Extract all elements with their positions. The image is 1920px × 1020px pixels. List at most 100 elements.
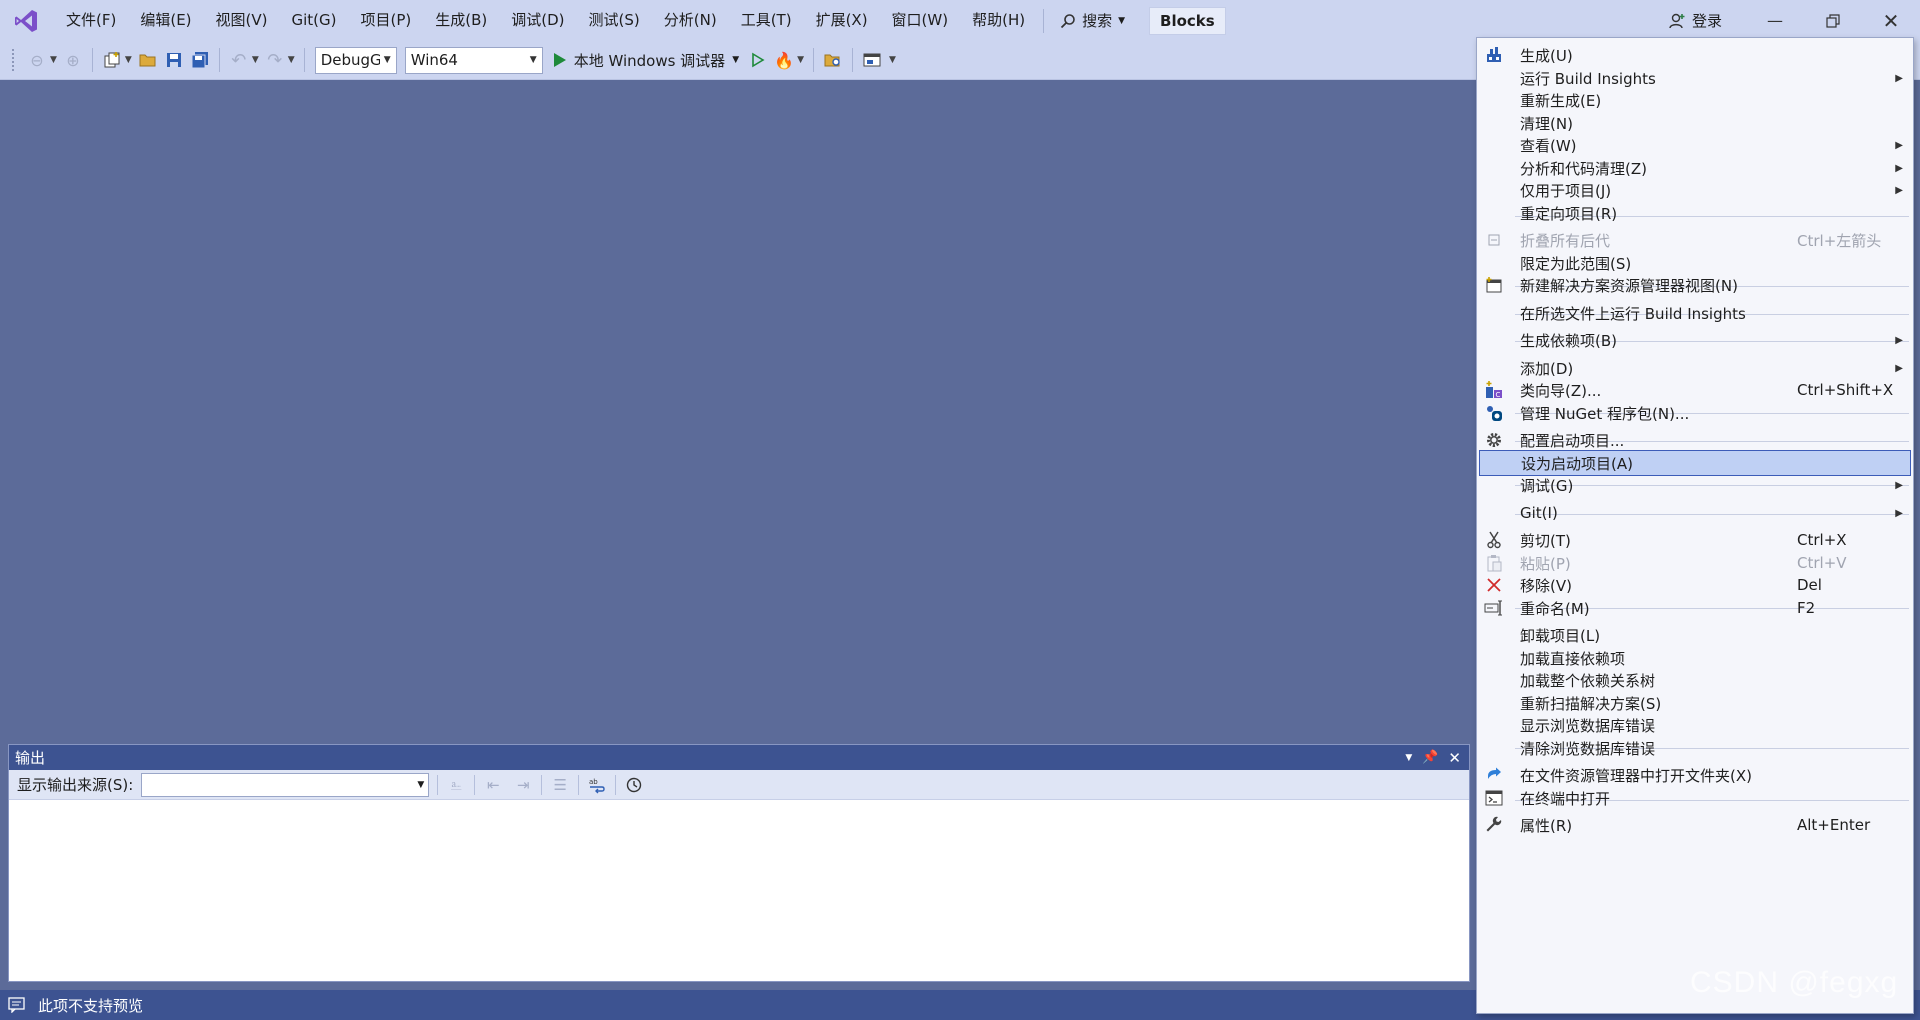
chevron-down-icon[interactable]: ▼: [288, 55, 295, 65]
previous-message-button[interactable]: ⇤: [482, 774, 504, 796]
save-button[interactable]: [162, 48, 186, 72]
start-without-debugging-button[interactable]: [746, 48, 770, 72]
play-outline-icon: [752, 52, 765, 68]
chevron-down-icon[interactable]: ▼: [125, 55, 132, 65]
menu-item[interactable]: Git(G): [280, 0, 349, 41]
pin-icon[interactable]: 📌: [1422, 750, 1438, 765]
menu-item[interactable]: 生成(B): [423, 0, 499, 41]
context-menu-item-label: 管理 NuGet 程序包(N)...: [1520, 404, 1690, 423]
undo-button[interactable]: ↶: [227, 48, 251, 72]
menu-item[interactable]: 文件(F): [54, 0, 128, 41]
status-text: 此项不支持预览: [38, 996, 144, 1015]
shortcut-label: Ctrl+左箭头: [1797, 231, 1882, 250]
run-label: 本地 Windows 调试器: [573, 51, 726, 70]
gear-icon: [1483, 429, 1505, 451]
context-menu-item-label: 重定向项目(R): [1520, 204, 1618, 223]
context-menu-item-label: 在所选文件上运行 Build Insights: [1520, 304, 1746, 323]
solution-platform-select[interactable]: Win64 ▼: [404, 46, 543, 74]
context-menu-item-label: 加载整个依赖关系树: [1520, 671, 1656, 690]
output-panel-header[interactable]: 输出 ▼ 📌 ✕: [9, 745, 1469, 770]
save-icon: [166, 53, 181, 67]
new-project-button[interactable]: [100, 48, 124, 72]
panel-menu-icon[interactable]: ▼: [1405, 753, 1412, 763]
chevron-down-icon[interactable]: ▼: [50, 55, 57, 65]
back-button[interactable]: ⊖: [25, 48, 49, 72]
close-panel-icon[interactable]: ✕: [1448, 749, 1461, 767]
rename-icon: [1483, 597, 1505, 619]
context-menu-item[interactable]: 属性(R) Alt+Enter: [1479, 812, 1911, 838]
find-message-button[interactable]: ⎁: [445, 774, 467, 796]
context-menu-item[interactable]: 在终端中打开: [1479, 785, 1911, 811]
toolbar-grip[interactable]: [12, 49, 16, 71]
minimize-button[interactable]: —: [1746, 0, 1804, 41]
menu-item[interactable]: 帮助(H): [960, 0, 1037, 41]
find-in-files-button[interactable]: [821, 48, 845, 72]
context-menu-item-label: 加载直接依赖项: [1520, 649, 1626, 668]
new-project-icon: [104, 52, 120, 68]
submenu-arrow-icon: ▶: [1895, 162, 1903, 174]
search-button[interactable]: 搜索 ▼: [1050, 0, 1135, 41]
chevron-down-icon: ▼: [529, 55, 537, 65]
chevron-down-icon[interactable]: ▼: [797, 55, 804, 65]
context-menu-item-label: 重新扫描解决方案(S): [1520, 694, 1662, 713]
account-icon: [1669, 13, 1685, 28]
solution-name-badge[interactable]: Blocks: [1149, 6, 1226, 35]
menu-items: 文件(F) 编辑(E) 视图(V) Git(G) 项目(P) 生成(B) 调试(D) 测试(S…: [54, 0, 1037, 41]
context-menu-item[interactable]: 生成依赖项(B) ▶: [1479, 327, 1911, 353]
output-source-select[interactable]: ▼: [141, 772, 430, 797]
context-menu-item[interactable]: 管理 NuGet 程序包(N)...: [1479, 400, 1911, 426]
close-window-button[interactable]: ✕: [1862, 0, 1920, 41]
chevron-down-icon: ▼: [1118, 15, 1126, 26]
context-menu-item[interactable]: 清除浏览数据库错误: [1479, 735, 1911, 761]
word-wrap-button[interactable]: ab: [586, 774, 608, 796]
toggle-timestamps-button[interactable]: [623, 774, 645, 796]
context-menu-item-label: 分析和代码清理(Z): [1520, 159, 1647, 178]
menu-item[interactable]: 窗口(W): [880, 0, 961, 41]
context-menu-item[interactable]: 重定向项目(R): [1479, 200, 1911, 226]
context-menu-item[interactable]: Git(I) ▶: [1479, 500, 1911, 526]
submenu-arrow-icon: ▶: [1895, 479, 1903, 491]
login-button[interactable]: 登录: [1668, 0, 1722, 41]
output-text-area[interactable]: [9, 800, 1469, 981]
hot-reload-button[interactable]: 🔥: [772, 48, 796, 72]
menu-item[interactable]: 分析(N): [652, 0, 729, 41]
toolbar-separator: [541, 774, 543, 795]
menu-bar: 文件(F) 编辑(E) 视图(V) Git(G) 项目(P) 生成(B) 调试(D) 测试(S…: [0, 0, 1920, 41]
window-layout-button[interactable]: [860, 48, 884, 72]
terminal-icon: [1483, 787, 1505, 809]
menu-item[interactable]: 扩展(X): [804, 0, 880, 41]
clock-icon: [627, 777, 642, 792]
context-menu-item-label: 清除浏览数据库错误: [1520, 739, 1656, 758]
visual-studio-logo-icon[interactable]: [12, 7, 40, 35]
restore-button[interactable]: [1804, 0, 1862, 41]
solution-configuration-select[interactable]: DebugG ▼: [314, 46, 397, 74]
forward-button[interactable]: ⊕: [61, 48, 85, 72]
context-menu-item[interactable]: 在所选文件上运行 Build Insights: [1479, 300, 1911, 326]
toolbar-overflow-icon[interactable]: ▼: [889, 55, 896, 65]
context-menu-item[interactable]: 新建解决方案资源管理器视图(N): [1479, 272, 1911, 298]
open-file-button[interactable]: [136, 48, 160, 72]
menu-item[interactable]: 视图(V): [204, 0, 280, 41]
open-folder-icon: [139, 54, 156, 67]
menu-item[interactable]: 测试(S): [577, 0, 652, 41]
context-menu-item[interactable]: 调试(G) ▶: [1479, 472, 1911, 498]
toolbar-separator: [578, 774, 580, 795]
context-menu-item[interactable]: 重命名(M) F2: [1479, 595, 1911, 621]
chevron-down-icon[interactable]: ▼: [252, 55, 259, 65]
submenu-arrow-icon: ▶: [1895, 184, 1903, 196]
shortcut-label: Ctrl+Shift+X: [1797, 381, 1894, 399]
next-message-button[interactable]: ⇥: [512, 774, 534, 796]
menu-item[interactable]: 项目(P): [349, 0, 424, 41]
clear-all-button[interactable]: ☰: [549, 774, 571, 796]
window-layout-icon: [863, 53, 881, 67]
context-menu-item-label: 设为启动项目(A): [1521, 454, 1633, 473]
redo-button[interactable]: ↷: [263, 48, 287, 72]
menu-item[interactable]: 工具(T): [729, 0, 804, 41]
play-icon: [553, 53, 566, 67]
save-all-button[interactable]: [188, 48, 212, 72]
menu-item[interactable]: 编辑(E): [128, 0, 203, 41]
start-debugging-button[interactable]: 本地 Windows 调试器 ▼: [547, 50, 745, 71]
menu-item[interactable]: 调试(D): [499, 0, 576, 41]
shortcut-label: Ctrl+V: [1797, 554, 1847, 572]
watermark: CSDN @fegxg: [1690, 966, 1899, 999]
